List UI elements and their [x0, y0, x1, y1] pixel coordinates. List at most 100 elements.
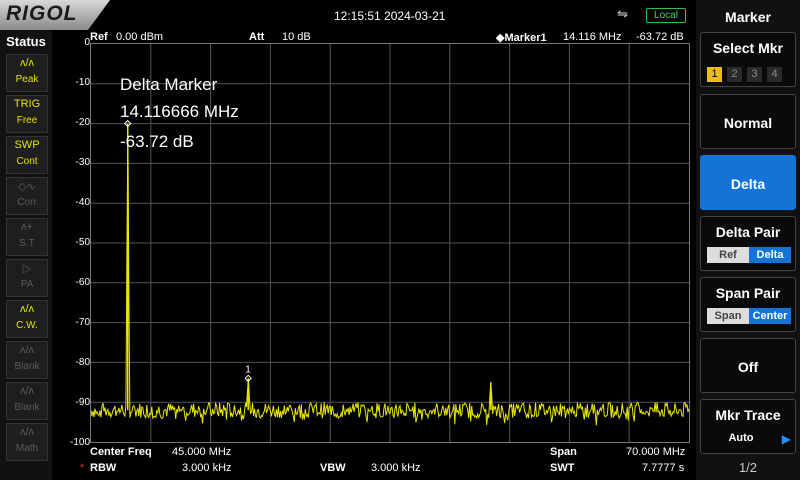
- status-free-button[interactable]: TRIG Free: [6, 95, 48, 133]
- y-tick-label: -50: [75, 237, 90, 248]
- status-math-button[interactable]: ʌ/ʌ Math: [6, 423, 48, 461]
- datetime: 12:15:51 2024-03-21: [334, 9, 446, 23]
- spectrum-display: Ref 0.00 dBm Att 10 dB ◆Marker1 14.116 M…: [52, 30, 696, 480]
- status-corr-button[interactable]: ◇∿ Corr: [6, 177, 48, 215]
- brand-name: RIGOL: [6, 2, 78, 25]
- y-tick-label: -90: [75, 397, 90, 408]
- sweep-icon: SWP: [14, 139, 40, 151]
- status-item-label: Free: [16, 115, 38, 126]
- marker-trace-key[interactable]: Mkr Trace Auto ▶: [700, 399, 796, 454]
- swt-value: 7.7777 s: [642, 462, 685, 474]
- status-s-t-button[interactable]: ʌ+ S.T: [6, 218, 48, 256]
- y-tick-label: -100: [69, 437, 90, 448]
- marker-number-group: 1234: [707, 64, 787, 82]
- y-tick-label: -10: [75, 77, 90, 88]
- status-item-label: PA: [20, 279, 34, 290]
- st-icon: ʌ+: [21, 221, 33, 233]
- y-tick-label: -30: [75, 157, 90, 168]
- vbw-label[interactable]: VBW: [320, 462, 346, 474]
- status-title: Status: [6, 34, 46, 49]
- ref-label: Ref: [90, 31, 108, 43]
- submenu-arrow-icon: ▶: [781, 432, 791, 446]
- marker-trace-label: Mkr Trace: [715, 407, 781, 423]
- status-c-w--button[interactable]: ʌ/ʌ C.W.: [6, 300, 48, 338]
- delta-pair-ref-option[interactable]: Ref: [707, 247, 749, 263]
- corr-icon: ◇∿: [18, 181, 36, 193]
- blank-icon: ʌ/ʌ: [19, 344, 35, 356]
- local-badge[interactable]: Local: [646, 8, 686, 23]
- normal-key[interactable]: Normal: [700, 94, 796, 149]
- pa-icon: ▷: [22, 263, 32, 275]
- peak-icon: ʌ/ʌ: [19, 57, 35, 69]
- status-item-label: C.W.: [16, 320, 38, 331]
- status-peak-button[interactable]: ʌ/ʌ Peak: [6, 54, 48, 92]
- status-panel: Status ʌ/ʌ Peak TRIG Free SWP Cont ◇∿ Corr ʌ+ S.T…: [0, 30, 52, 480]
- marker-readout-amp: -63.72 dB: [636, 31, 684, 43]
- softkey-menu: Marker Select Mkr 1234 Normal Delta Delt…: [696, 0, 800, 480]
- off-label: Off: [737, 359, 759, 375]
- span-pair-key[interactable]: Span Pair Span Center: [700, 277, 796, 332]
- rbw-value: 3.000 kHz: [182, 462, 232, 474]
- status-blank-button[interactable]: ʌ/ʌ Blank: [6, 341, 48, 379]
- span-value: 70.000 MHz: [626, 446, 686, 458]
- rbw-label[interactable]: RBW: [90, 462, 116, 474]
- att-value: 10 dB: [282, 31, 311, 43]
- span-pair-toggle: Span Center: [707, 308, 791, 324]
- att-label: Att: [249, 31, 265, 43]
- marker-1-option[interactable]: 1: [707, 67, 722, 82]
- marker-1-label: 1: [245, 364, 251, 375]
- delta-pair-toggle: Ref Delta: [707, 247, 791, 263]
- delta-key[interactable]: Delta: [700, 155, 796, 210]
- vbw-value: 3.000 kHz: [371, 462, 421, 474]
- status-blank-button[interactable]: ʌ/ʌ Blank: [6, 382, 48, 420]
- span-pair-span-option[interactable]: Span: [707, 308, 749, 324]
- marker-readout-freq: 14.116 MHz: [563, 31, 622, 43]
- y-tick-label: 0: [84, 37, 90, 48]
- center-freq-value: 45.000 MHz: [172, 446, 232, 458]
- swt-label[interactable]: SWT: [550, 462, 574, 474]
- delta-marker-amp: -63.72 dB: [120, 132, 194, 151]
- y-tick-label: -60: [75, 277, 90, 288]
- delta-label: Delta: [730, 176, 766, 192]
- status-item-label: Blank: [14, 361, 40, 372]
- delta-marker-title: Delta Marker: [120, 75, 218, 94]
- delta-pair-delta-option[interactable]: Delta: [749, 247, 791, 263]
- cw-icon: ʌ/ʌ: [19, 303, 35, 315]
- blank-icon: ʌ/ʌ: [19, 385, 35, 397]
- ref-value: 0.00 dBm: [116, 31, 164, 43]
- math-icon: ʌ/ʌ: [19, 426, 35, 438]
- rbw-manual-mark: *: [80, 462, 85, 474]
- delta-pair-label: Delta Pair: [715, 224, 781, 240]
- select-marker-label: Select Mkr: [712, 40, 784, 56]
- status-item-label: S.T: [19, 238, 35, 249]
- status-pa-button[interactable]: ▷ PA: [6, 259, 48, 297]
- usb-icon: ⇋: [617, 6, 628, 21]
- status-item-label: Peak: [15, 74, 39, 85]
- delta-marker-freq: 14.116666 MHz: [120, 102, 239, 121]
- select-marker-key[interactable]: Select Mkr 1234: [700, 32, 796, 87]
- status-item-label: Corr: [17, 197, 37, 208]
- y-tick-label: -80: [75, 357, 90, 368]
- center-freq-label[interactable]: Center Freq: [90, 446, 152, 458]
- marker-3-option[interactable]: 3: [747, 67, 762, 82]
- y-tick-label: -20: [75, 117, 90, 128]
- menu-page-number[interactable]: 1/2: [696, 460, 800, 475]
- status-cont-button[interactable]: SWP Cont: [6, 136, 48, 174]
- y-tick-label: -70: [75, 317, 90, 328]
- span-pair-center-option[interactable]: Center: [749, 308, 791, 324]
- y-tick-label: -40: [75, 197, 90, 208]
- off-key[interactable]: Off: [700, 338, 796, 393]
- status-item-label: Math: [15, 443, 39, 454]
- span-label[interactable]: Span: [550, 446, 577, 458]
- status-item-label: Cont: [16, 156, 38, 167]
- marker-4-option[interactable]: 4: [767, 67, 782, 82]
- status-item-label: Blank: [14, 402, 40, 413]
- marker-2-option[interactable]: 2: [727, 67, 742, 82]
- top-bar: RIGOL 12:15:51 2024-03-21 ⇋ Local: [0, 0, 696, 30]
- trig-icon: TRIG: [13, 98, 41, 110]
- marker-trace-value: Auto: [728, 432, 754, 444]
- menu-title: Marker: [725, 9, 771, 25]
- normal-label: Normal: [723, 115, 773, 131]
- delta-pair-key[interactable]: Delta Pair Ref Delta: [700, 216, 796, 271]
- span-pair-label: Span Pair: [715, 285, 781, 301]
